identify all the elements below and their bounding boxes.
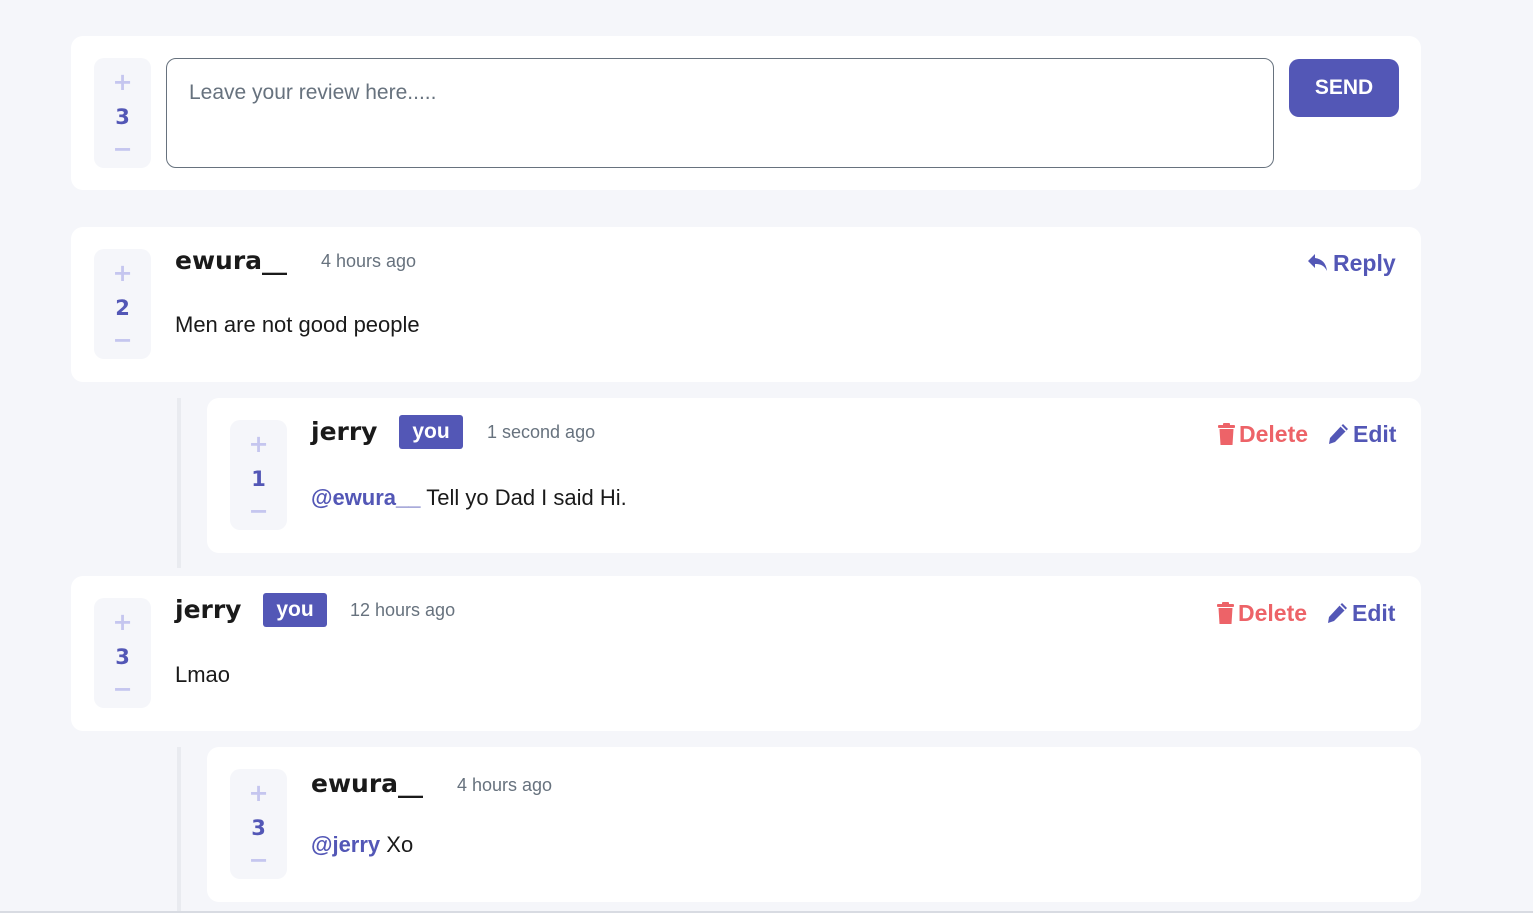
trash-icon	[1218, 423, 1235, 445]
comment-timestamp: 4 hours ago	[457, 775, 553, 795]
edit-button[interactable]: Edit	[1326, 599, 1395, 627]
comment-timestamp: 1 second ago	[487, 422, 596, 442]
comment-text: @ewura__ Tell yo Dad I said Hi.	[311, 484, 627, 512]
upvote-button[interactable]: +	[230, 432, 287, 456]
vote-widget: + 3 −	[94, 58, 151, 168]
mention-link[interactable]: @jerry	[311, 832, 380, 857]
you-badge: you	[263, 593, 327, 627]
comment-text: Men are not good people	[175, 312, 420, 337]
downvote-button[interactable]: −	[94, 137, 151, 161]
edit-label: Edit	[1352, 600, 1396, 626]
upvote-button[interactable]: +	[230, 781, 287, 805]
vote-count: 3	[251, 816, 266, 840]
comment-username: jerry	[175, 595, 242, 624]
vote-count: 3	[115, 105, 130, 129]
trash-icon	[1217, 602, 1234, 624]
comment-composer: + 3 − SEND	[71, 36, 1421, 190]
vote-count: 2	[115, 296, 130, 320]
delete-button[interactable]: Delete	[1218, 420, 1308, 448]
vote-count: 1	[251, 467, 266, 491]
delete-label: Delete	[1239, 421, 1309, 447]
reply-button[interactable]: Reply	[1307, 249, 1396, 277]
comment-body: Tell yo Dad I said Hi.	[420, 485, 627, 510]
comment-text: @jerry Xo	[311, 831, 413, 859]
delete-label: Delete	[1238, 600, 1308, 626]
delete-button[interactable]: Delete	[1217, 599, 1307, 627]
reply-icon	[1307, 253, 1329, 273]
comment-text: Lmao	[175, 662, 231, 687]
reply-thread-line	[177, 747, 181, 913]
send-button[interactable]: SEND	[1289, 59, 1399, 117]
mention-link[interactable]: @ewura__	[311, 485, 421, 510]
downvote-button[interactable]: −	[94, 677, 151, 701]
reply-label: Reply	[1333, 250, 1396, 276]
pencil-icon	[1326, 602, 1348, 624]
comment-username: jerry	[311, 417, 378, 446]
downvote-button[interactable]: −	[94, 328, 151, 352]
vote-widget: + 2 −	[94, 249, 151, 359]
upvote-button[interactable]: +	[94, 610, 151, 634]
comment-username: ewura__	[175, 246, 288, 275]
reply-card: + 3 − ewura__ 4 hours ago @jerry Xo	[207, 747, 1421, 902]
downvote-button[interactable]: −	[230, 499, 287, 523]
upvote-button[interactable]: +	[94, 70, 151, 94]
reply-card: + 1 − jerry you 1 second ago @ewura__ Te…	[207, 398, 1421, 553]
downvote-button[interactable]: −	[230, 848, 287, 872]
review-input[interactable]	[166, 58, 1274, 168]
comment-timestamp: 4 hours ago	[321, 251, 417, 271]
vote-count: 3	[115, 645, 130, 669]
edit-button[interactable]: Edit	[1327, 420, 1396, 448]
you-badge: you	[399, 415, 463, 449]
vote-widget: + 3 −	[94, 598, 151, 708]
vote-widget: + 3 −	[230, 769, 287, 879]
comment-body: Xo	[380, 832, 414, 857]
comment-card: + 2 − ewura__ 4 hours ago Men are not go…	[71, 227, 1421, 382]
comment-card: + 3 − jerry you 12 hours ago Lmao Delete…	[71, 576, 1421, 731]
edit-label: Edit	[1353, 421, 1397, 447]
comment-timestamp: 12 hours ago	[350, 600, 456, 620]
vote-widget: + 1 −	[230, 420, 287, 530]
pencil-icon	[1327, 423, 1349, 445]
upvote-button[interactable]: +	[94, 261, 151, 285]
reply-thread-line	[177, 398, 181, 568]
comment-username: ewura__	[311, 769, 424, 798]
